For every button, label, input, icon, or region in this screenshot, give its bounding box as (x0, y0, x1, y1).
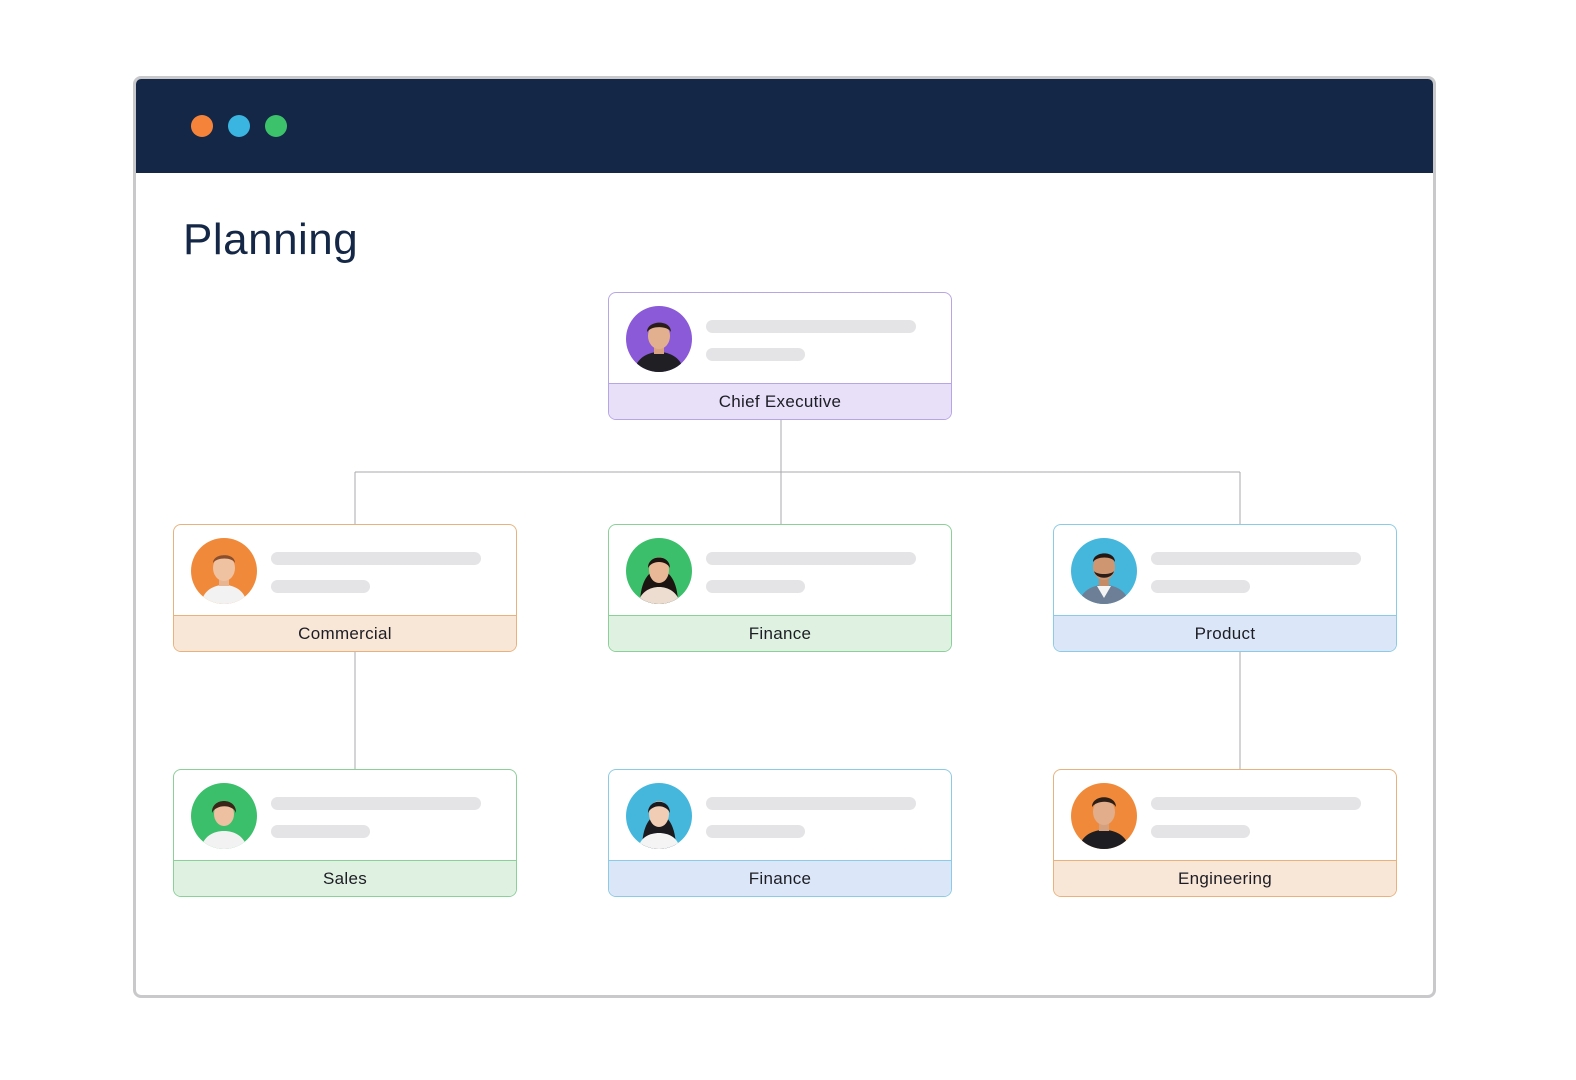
role-placeholder-line (271, 580, 370, 593)
org-card-product[interactable]: Product (1053, 524, 1397, 652)
avatar (1071, 538, 1137, 604)
org-card-commercial[interactable]: Commercial (173, 524, 517, 652)
name-placeholder-line (1151, 552, 1361, 565)
person-avatar-icon (626, 538, 692, 604)
name-placeholder-line (706, 797, 916, 810)
role-placeholder-line (1151, 580, 1250, 593)
name-placeholder-line (271, 552, 481, 565)
name-placeholder-line (271, 797, 481, 810)
person-avatar-icon (626, 306, 692, 372)
person-avatar-icon (1071, 538, 1137, 604)
card-label: Product (1054, 615, 1396, 651)
card-label: Sales (174, 860, 516, 896)
app-window: Planning Chief Executive Commercial Fina… (133, 76, 1436, 998)
person-avatar-icon (626, 783, 692, 849)
role-placeholder-line (706, 580, 805, 593)
role-placeholder-line (706, 825, 805, 838)
avatar (1071, 783, 1137, 849)
role-placeholder-line (706, 348, 805, 361)
avatar (191, 538, 257, 604)
card-label: Commercial (174, 615, 516, 651)
person-avatar-icon (1071, 783, 1137, 849)
role-placeholder-line (1151, 825, 1250, 838)
org-card-finance[interactable]: Finance (608, 524, 952, 652)
avatar (626, 538, 692, 604)
card-label: Engineering (1054, 860, 1396, 896)
org-card-chief-executive[interactable]: Chief Executive (608, 292, 952, 420)
name-placeholder-line (1151, 797, 1361, 810)
name-placeholder-line (706, 320, 916, 333)
card-label: Finance (609, 615, 951, 651)
person-avatar-icon (191, 783, 257, 849)
person-avatar-icon (191, 538, 257, 604)
org-card-finance-2[interactable]: Finance (608, 769, 952, 897)
name-placeholder-line (706, 552, 916, 565)
card-label: Finance (609, 860, 951, 896)
org-card-engineering[interactable]: Engineering (1053, 769, 1397, 897)
avatar (626, 306, 692, 372)
card-label: Chief Executive (609, 383, 951, 419)
avatar (626, 783, 692, 849)
org-card-sales[interactable]: Sales (173, 769, 517, 897)
avatar (191, 783, 257, 849)
role-placeholder-line (271, 825, 370, 838)
